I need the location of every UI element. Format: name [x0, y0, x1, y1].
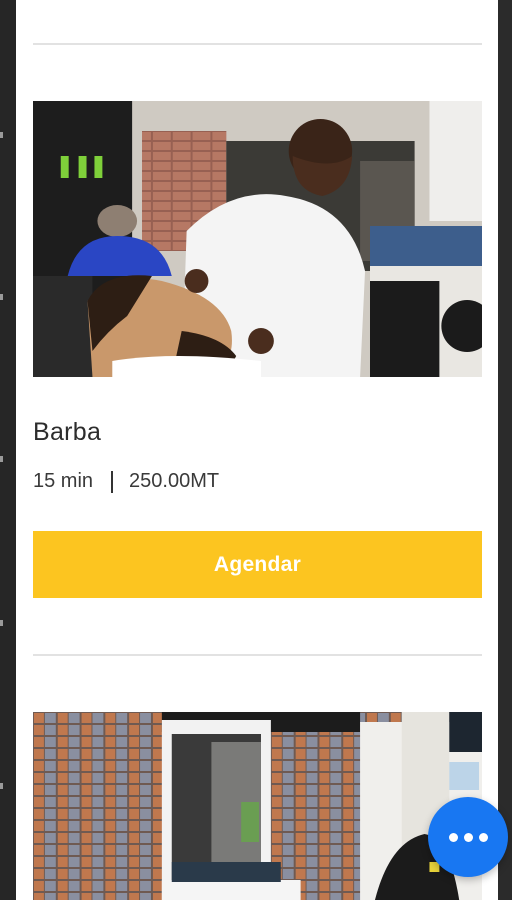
service-duration: 15 min: [33, 470, 94, 492]
service-image[interactable]: [33, 712, 482, 900]
card-divider: [33, 654, 482, 656]
service-meta: 15 min 250.00MT: [33, 470, 219, 493]
service-title: Barba: [33, 418, 102, 446]
more-options-icon: [478, 832, 488, 842]
service-list[interactable]: Barba 15 min 250.00MT Agendar: [16, 0, 508, 900]
more-options-icon: [448, 832, 458, 842]
device-frame-right: [498, 0, 512, 900]
card-divider: [33, 43, 482, 45]
frame-tick: [0, 294, 3, 300]
meta-separator: [111, 470, 114, 493]
book-button[interactable]: Agendar: [33, 531, 482, 598]
device-frame-left: [0, 0, 16, 900]
frame-tick: [0, 620, 3, 626]
service-image[interactable]: [33, 101, 482, 377]
more-options-button[interactable]: [428, 797, 508, 877]
frame-tick: [0, 456, 3, 462]
frame-tick: [0, 783, 3, 789]
salon-photo-icon: [33, 712, 482, 900]
more-options-icon: [463, 832, 473, 842]
frame-tick: [0, 132, 3, 138]
barber-photo-icon: [33, 101, 482, 377]
service-price: 250.00MT: [129, 470, 220, 492]
